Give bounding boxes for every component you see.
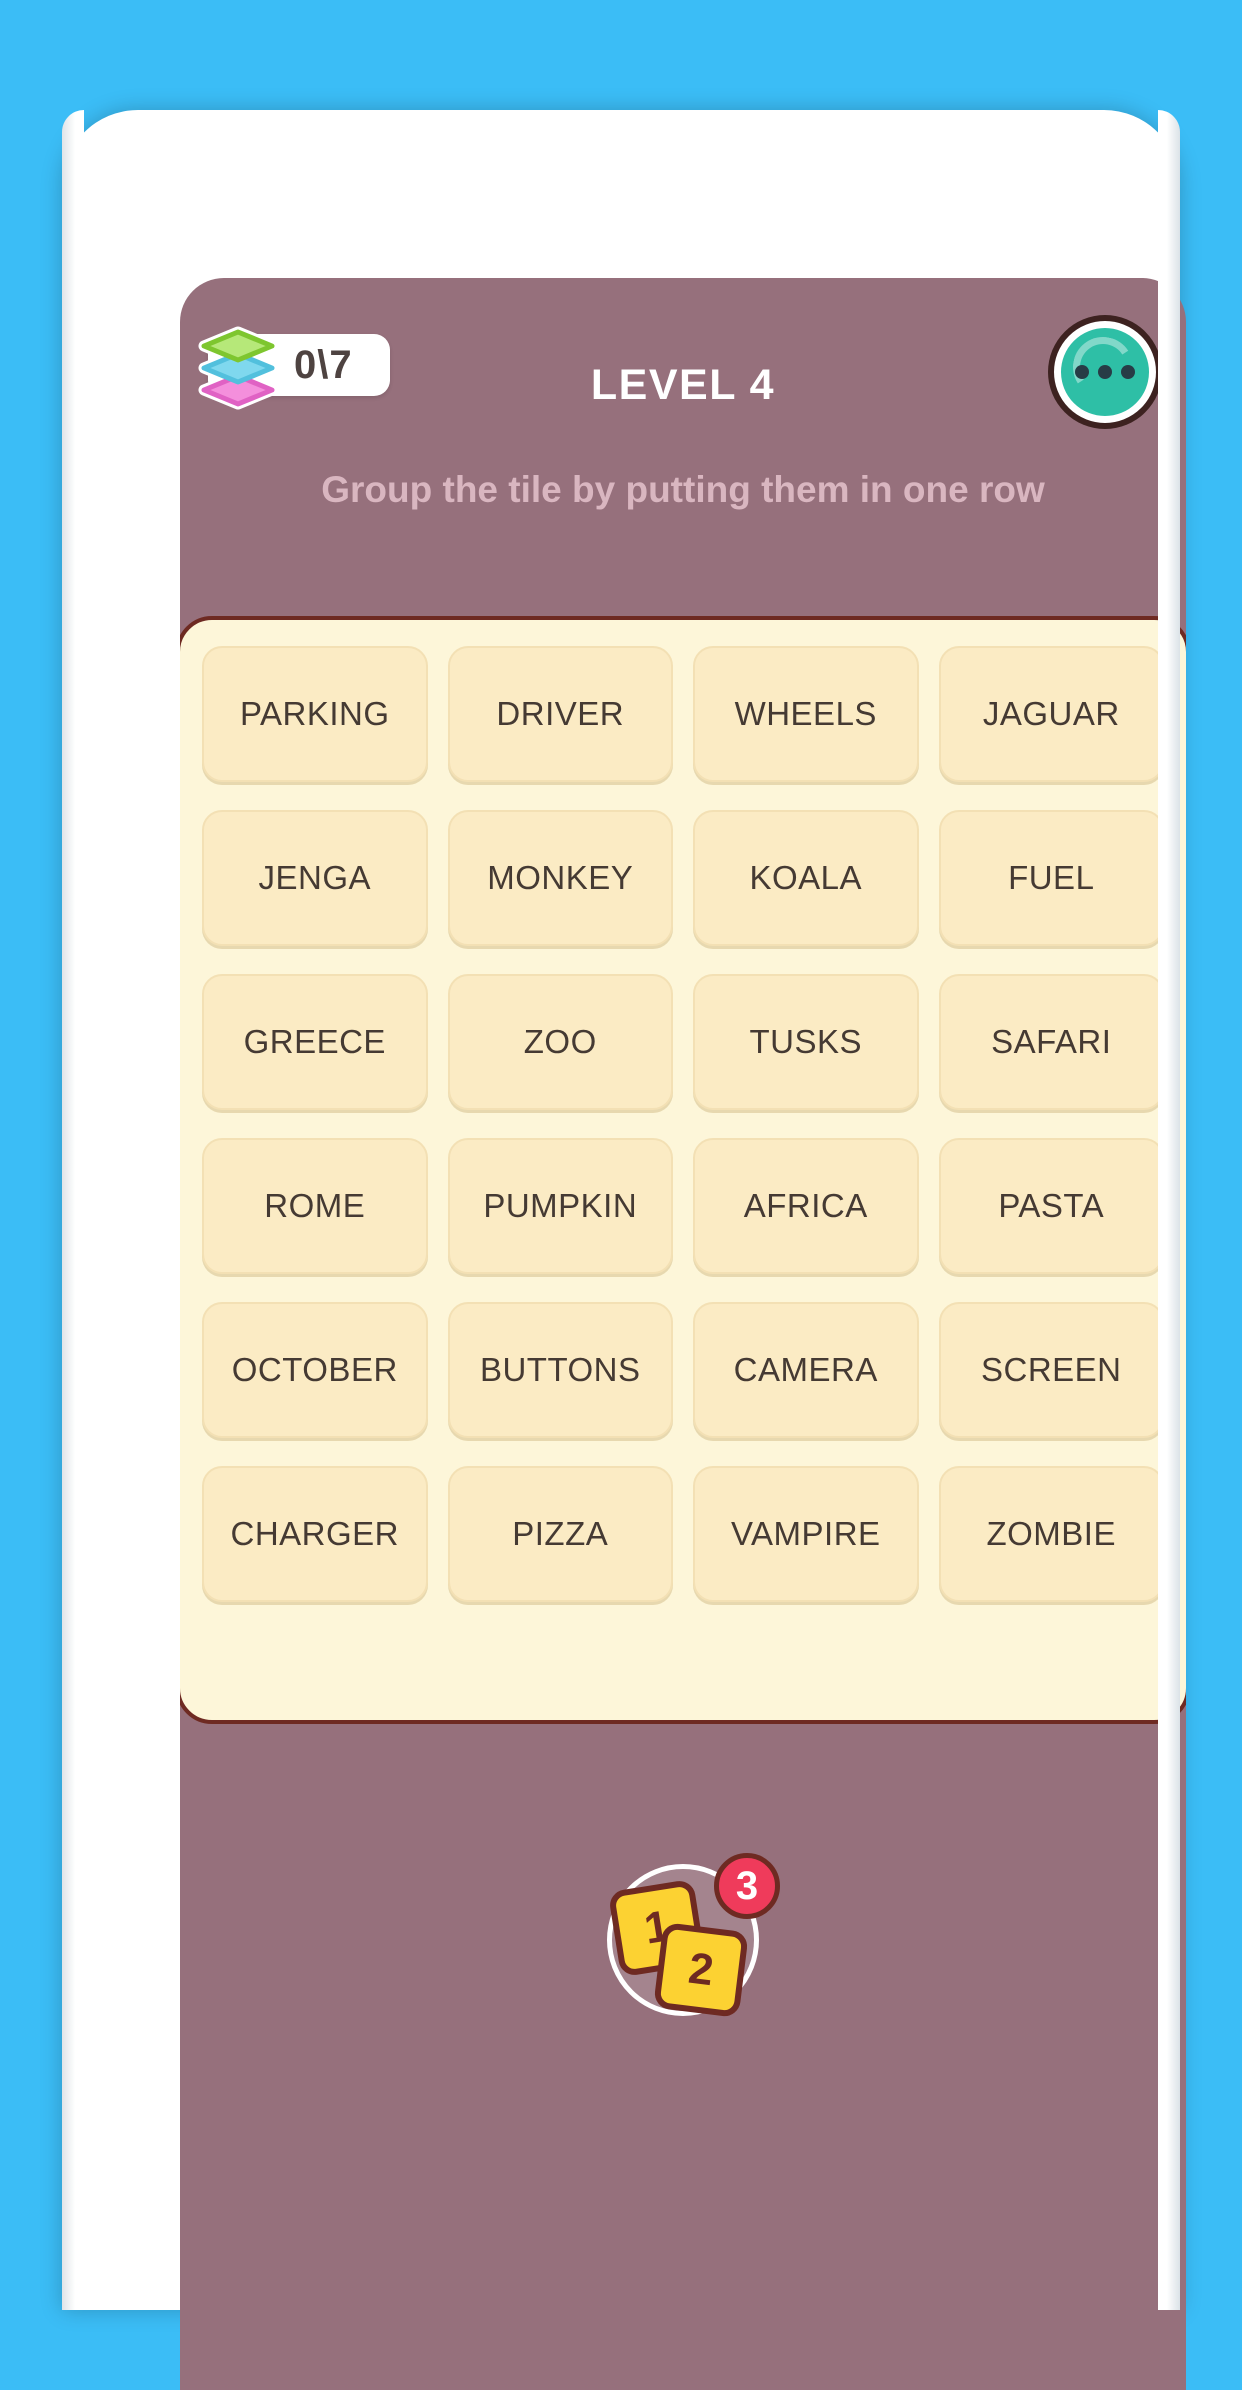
app-header: LEVEL 4 0\7 Group the tile by putting th… (180, 278, 1186, 510)
word-tile[interactable]: PIZZA (447, 1466, 673, 1602)
stacked-tiles-icon (198, 326, 278, 410)
word-tile[interactable]: BUTTONS (447, 1302, 673, 1438)
word-tile[interactable]: DRIVER (447, 646, 673, 782)
menu-button[interactable] (1054, 321, 1156, 423)
word-tile[interactable]: CAMERA (693, 1302, 919, 1438)
word-tile[interactable]: AFRICA (693, 1138, 919, 1274)
word-tile[interactable]: JAGUAR (938, 646, 1164, 782)
word-tile[interactable]: GREECE (202, 974, 428, 1110)
word-tile[interactable]: SAFARI (938, 974, 1164, 1110)
word-tile[interactable]: SCREEN (938, 1302, 1164, 1438)
word-tile[interactable]: PARKING (202, 646, 428, 782)
word-tile[interactable]: ROME (202, 1138, 428, 1274)
word-tile[interactable]: ZOO (447, 974, 673, 1110)
tile-board: PARKING DRIVER WHEELS JAGUAR JENGA MONKEY KOAL… (180, 616, 1186, 1724)
word-tile[interactable]: WHEELS (693, 646, 919, 782)
hint-count-badge: 3 (714, 1853, 780, 1919)
hint-tile-two: 2 (653, 1922, 749, 2018)
word-tile[interactable]: FUEL (938, 810, 1164, 946)
word-tile[interactable]: KOALA (693, 810, 919, 946)
word-tile[interactable]: CHARGER (202, 1466, 428, 1602)
hint-button[interactable]: 1 2 3 (607, 1853, 780, 2018)
score-badge: 0\7 (198, 326, 390, 410)
word-tile[interactable]: PUMPKIN (447, 1138, 673, 1274)
word-tile[interactable]: VAMPIRE (693, 1466, 919, 1602)
word-tile[interactable]: MONKEY (447, 810, 673, 946)
app-screen: LEVEL 4 0\7 Group the tile by putting th… (180, 278, 1186, 2390)
word-tile[interactable]: ZOMBIE (938, 1466, 1164, 1602)
phone-frame: LEVEL 4 0\7 Group the tile by putting th… (62, 110, 1186, 2390)
instruction-text: Group the tile by putting them in one ro… (321, 469, 1045, 510)
word-tile[interactable]: OCTOBER (202, 1302, 428, 1438)
score-value: 0\7 (294, 343, 353, 387)
three-dots-icon (1061, 328, 1149, 416)
tile-grid: PARKING DRIVER WHEELS JAGUAR JENGA MONKEY KOAL… (202, 646, 1164, 1694)
word-tile[interactable]: PASTA (938, 1138, 1164, 1274)
word-tile[interactable]: TUSKS (693, 974, 919, 1110)
word-tile[interactable]: JENGA (202, 810, 428, 946)
